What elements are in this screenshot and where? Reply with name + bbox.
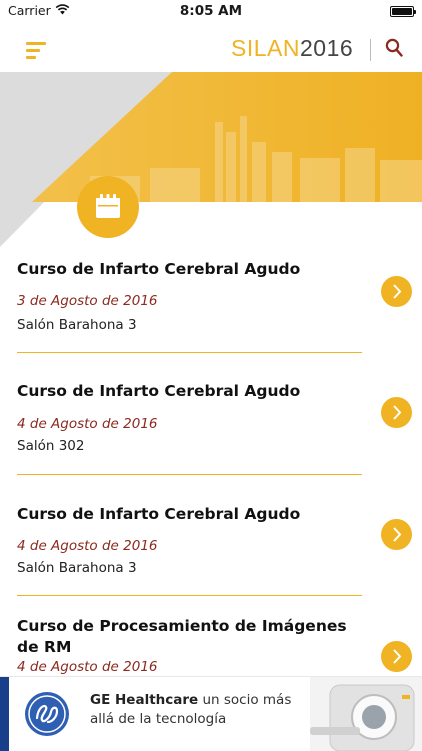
ge-logo-icon xyxy=(25,692,69,736)
section-banner: PROGRAMA ACADÉMICO xyxy=(0,72,422,252)
item-chevron-button[interactable] xyxy=(381,519,412,550)
calendar-icon xyxy=(96,194,120,218)
chevron-right-icon xyxy=(393,284,402,299)
chevron-right-icon xyxy=(393,405,402,420)
status-bar: Carrier 8:05 AM xyxy=(0,0,422,22)
hamburger-menu-icon[interactable] xyxy=(26,42,46,60)
ad-text: GE Healthcare un socio más allá de la te… xyxy=(90,691,320,729)
item-divider xyxy=(17,474,362,475)
search-icon[interactable] xyxy=(385,38,403,58)
ad-banner[interactable]: GE Healthcare un socio más allá de la te… xyxy=(0,676,422,751)
course-title: Curso de Procesamiento de Imágenes de RM xyxy=(17,617,347,656)
item-chevron-button[interactable] xyxy=(381,276,412,307)
banner-title-line1: PROGRAMA xyxy=(275,204,413,228)
item-chevron-button[interactable] xyxy=(381,641,412,672)
logo-silan-text: SILAN xyxy=(231,35,300,61)
ad-tagline-2: allá de la tecnología xyxy=(90,711,227,727)
clock: 8:05 AM xyxy=(179,3,243,19)
ad-accent-strip xyxy=(0,677,9,751)
item-divider xyxy=(17,352,362,353)
battery-icon xyxy=(390,6,416,17)
course-room: Salón Barahona 3 xyxy=(17,317,137,333)
app-header: SILAN2016 xyxy=(0,22,422,72)
header-divider xyxy=(370,39,371,61)
ad-brand: GE Healthcare xyxy=(90,692,199,708)
course-date: 4 de Agosto de 2016 xyxy=(17,659,158,675)
ad-tagline-1: un socio más xyxy=(198,692,292,708)
silan-logo: SILAN2016 xyxy=(231,35,353,62)
course-title: Curso de Infarto Cerebral Agudo xyxy=(17,505,301,523)
mri-scanner-image xyxy=(310,677,422,751)
banner-title-line2: ACADÉMICO xyxy=(269,232,413,252)
course-room: Salón 302 xyxy=(17,438,85,454)
chevron-right-icon xyxy=(393,649,402,664)
item-chevron-button[interactable] xyxy=(381,397,412,428)
banner-title: PROGRAMA ACADÉMICO xyxy=(243,202,413,252)
item-divider xyxy=(17,595,362,596)
course-date: 4 de Agosto de 2016 xyxy=(17,416,158,432)
course-room: Salón Barahona 3 xyxy=(17,560,137,576)
logo-year-text: 2016 xyxy=(299,35,354,61)
course-date: 4 de Agosto de 2016 xyxy=(17,538,158,554)
course-date: 3 de Agosto de 2016 xyxy=(17,293,158,309)
calendar-button[interactable] xyxy=(77,176,139,238)
chevron-right-icon xyxy=(393,527,402,542)
course-title: Curso de Infarto Cerebral Agudo xyxy=(17,382,301,400)
course-title: Curso de Infarto Cerebral Agudo xyxy=(17,260,301,278)
